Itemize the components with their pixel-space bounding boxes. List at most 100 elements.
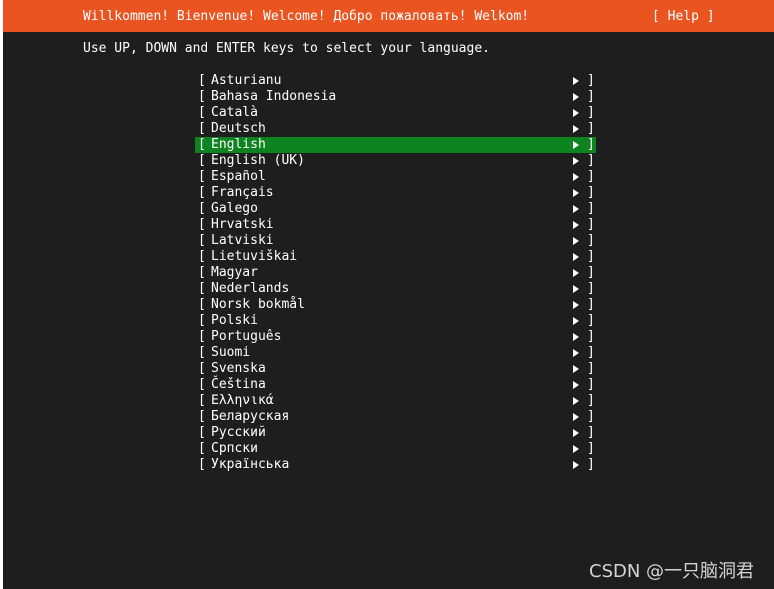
bracket-close: ] — [587, 153, 595, 168]
arrow-right-icon — [573, 109, 579, 117]
instruction-text: Use UP, DOWN and ENTER keys to select yo… — [83, 41, 490, 56]
language-option[interactable]: [Latviski] — [195, 233, 596, 249]
language-option[interactable]: [Ελληνικά] — [195, 393, 596, 409]
language-option[interactable]: [ English] — [195, 137, 596, 153]
bracket-open: [ — [198, 185, 206, 200]
language-option[interactable]: [Српски] — [195, 441, 596, 457]
bracket-open: [ — [198, 265, 206, 280]
arrow-right-icon — [573, 413, 579, 421]
bracket-close: ] — [587, 121, 595, 136]
language-label: English — [211, 137, 266, 152]
language-label: Español — [211, 169, 266, 184]
bracket-open: [ — [198, 105, 206, 120]
arrow-right-icon — [573, 349, 579, 357]
language-option[interactable]: [ Lietuviškai] — [195, 249, 596, 265]
bracket-open: [ — [198, 297, 206, 312]
language-option[interactable]: [Français] — [195, 185, 596, 201]
language-option[interactable]: [Hrvatski] — [195, 217, 596, 233]
bracket-close: ] — [587, 89, 595, 104]
bracket-open: [ — [198, 329, 206, 344]
language-label: Lietuviškai — [211, 249, 298, 264]
installer-screen: Willkommen! Bienvenue! Welcome! Добро по… — [3, 0, 774, 584]
bracket-open: [ — [198, 281, 206, 296]
language-option[interactable]: [Беларуская] — [195, 409, 596, 425]
screen-bottom-edge — [3, 584, 774, 589]
language-option[interactable]: [ Norsk bokmål] — [195, 297, 596, 313]
bracket-close: ] — [587, 425, 595, 440]
arrow-right-icon — [573, 125, 579, 133]
language-option[interactable]: [Asturianu] — [195, 73, 596, 89]
language-option[interactable]: [ Català] — [195, 105, 596, 121]
bracket-open: [ — [198, 425, 206, 440]
bracket-open: [ — [198, 361, 206, 376]
bracket-open: [ — [198, 121, 206, 136]
language-label: Suomi — [211, 345, 251, 360]
language-option[interactable]: [Čeština] — [195, 377, 596, 393]
bracket-open: [ — [198, 169, 206, 184]
bracket-open: [ — [198, 377, 206, 392]
language-option[interactable]: [ English (UK)] — [195, 153, 596, 169]
bracket-close: ] — [587, 281, 595, 296]
language-option[interactable]: [Magyar] — [195, 265, 596, 281]
language-option[interactable]: [Bahasa Indonesia] — [195, 89, 596, 105]
language-label: Polski — [211, 313, 258, 328]
bracket-open: [ — [198, 137, 206, 152]
arrow-right-icon — [573, 141, 579, 149]
arrow-right-icon — [573, 253, 579, 261]
arrow-right-icon — [573, 445, 579, 453]
arrow-right-icon — [573, 365, 579, 373]
bracket-open: [ — [198, 73, 206, 88]
arrow-right-icon — [573, 429, 579, 437]
language-option[interactable]: [Galego] — [195, 201, 596, 217]
bracket-close: ] — [587, 457, 595, 472]
bracket-close: ] — [587, 201, 595, 216]
language-label: Magyar — [211, 265, 258, 280]
bracket-open: [ — [198, 313, 206, 328]
language-option[interactable]: [Українська] — [195, 457, 596, 473]
arrow-right-icon — [573, 397, 579, 405]
language-label: Беларуская — [211, 409, 290, 424]
language-option[interactable]: [Português] — [195, 329, 596, 345]
language-label: Latviski — [211, 233, 274, 248]
language-label: Català — [211, 105, 258, 120]
language-option[interactable]: [Nederlands] — [195, 281, 596, 297]
arrow-right-icon — [573, 381, 579, 389]
language-label: Norsk bokmål — [211, 297, 305, 312]
language-option[interactable]: [Suomi] — [195, 345, 596, 361]
bracket-close: ] — [587, 297, 595, 312]
help-button[interactable]: [ Help ] — [652, 9, 715, 24]
bracket-close: ] — [587, 105, 595, 120]
language-option[interactable]: [ Deutsch] — [195, 121, 596, 137]
language-label: Bahasa Indonesia — [211, 89, 337, 104]
bracket-close: ] — [587, 249, 595, 264]
language-option[interactable]: [Polski] — [195, 313, 596, 329]
bracket-open: [ — [198, 233, 206, 248]
language-option[interactable]: [Svenska] — [195, 361, 596, 377]
bracket-close: ] — [587, 345, 595, 360]
language-label: English (UK) — [211, 153, 305, 168]
arrow-right-icon — [573, 285, 579, 293]
bracket-close: ] — [587, 329, 595, 344]
bracket-open: [ — [198, 153, 206, 168]
arrow-right-icon — [573, 301, 579, 309]
language-label: Galego — [211, 201, 258, 216]
bracket-close: ] — [587, 361, 595, 376]
bracket-close: ] — [587, 217, 595, 232]
bracket-close: ] — [587, 137, 595, 152]
arrow-right-icon — [573, 157, 579, 165]
language-label: Čeština — [211, 377, 266, 392]
bracket-open: [ — [198, 457, 206, 472]
bracket-open: [ — [198, 249, 206, 264]
language-label: Српски — [211, 441, 258, 456]
bracket-open: [ — [198, 409, 206, 424]
arrow-right-icon — [573, 221, 579, 229]
arrow-right-icon — [573, 317, 579, 325]
arrow-right-icon — [573, 461, 579, 469]
language-label: Français — [211, 185, 274, 200]
bracket-open: [ — [198, 441, 206, 456]
language-label: Deutsch — [211, 121, 266, 136]
language-option[interactable]: [ Español] — [195, 169, 596, 185]
language-list: [Asturianu] [Bahasa Indonesia] [Català] [De… — [195, 73, 596, 473]
language-option[interactable]: [Русский] — [195, 425, 596, 441]
bracket-close: ] — [587, 169, 595, 184]
